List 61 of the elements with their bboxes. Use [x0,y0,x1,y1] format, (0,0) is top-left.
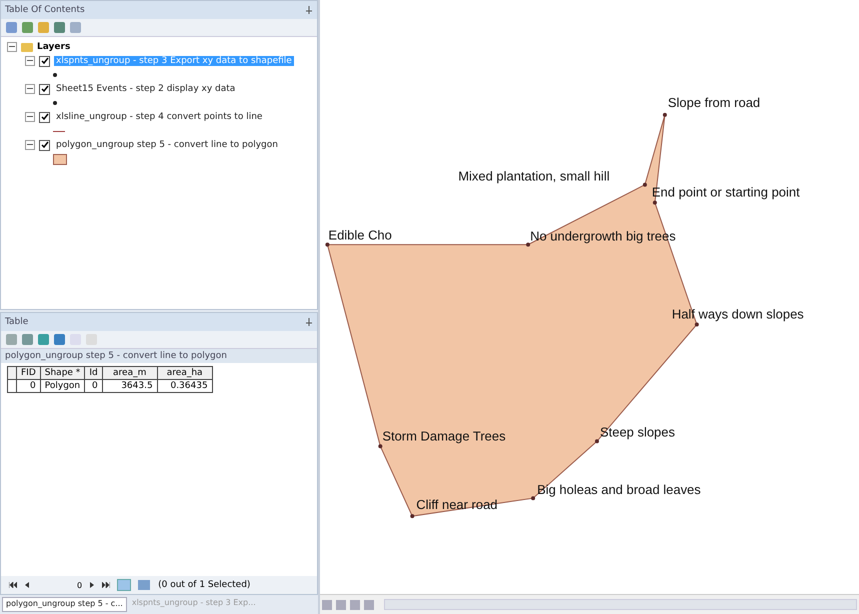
table-tab[interactable]: polygon_ungroup step 5 - c... [2,597,127,612]
table-cell: 0 [84,380,102,392]
point-label: Storm Damage Trees [382,428,506,444]
first-record-icon[interactable] [9,582,17,588]
point-symbol-icon [53,101,57,105]
table-tab[interactable]: polygon_ungroup step 5 - convert line to polygon [1,349,317,363]
layer-checkbox[interactable] [39,112,50,122]
point-label: Slope from road [668,94,760,110]
row-selector[interactable] [8,380,16,392]
point-marker [378,444,382,448]
panel-title: Table [5,317,28,327]
layer-checkbox[interactable] [39,140,50,150]
last-record-icon[interactable] [102,582,110,588]
point-marker [694,322,699,326]
pin-icon[interactable] [305,318,313,326]
table-cell: 0 [16,380,40,392]
layer-name[interactable]: Sheet15 Events - step 2 display xy data [54,84,238,94]
collapse-icon[interactable] [7,42,17,52]
column-header[interactable]: area_m [102,366,158,380]
point-symbol-icon [53,73,57,77]
layer-group-label[interactable]: Layers [37,42,70,52]
point-label: Cliff near road [416,497,498,512]
layer-checkbox[interactable] [39,56,50,66]
table-tab-label[interactable]: polygon_ungroup step 5 - convert line to polygon [5,351,227,361]
collapse-icon[interactable] [25,140,35,150]
layer-checkbox[interactable] [39,84,50,94]
point-marker [526,242,530,247]
point-marker [595,439,599,444]
panel-title: Table Of Contents [5,5,85,15]
table-cell: 3643.5 [102,380,158,392]
selection-status: (0 out of 1 Selected) [158,580,250,590]
column-header[interactable]: area_ha [157,366,212,380]
collapse-icon[interactable] [25,56,35,66]
point-label: Half ways down slopes [672,306,804,322]
record-number: 0 [77,580,82,590]
collapse-icon[interactable] [25,112,35,122]
column-header[interactable]: Id [84,366,102,380]
point-marker [410,514,414,518]
previous-record-icon[interactable] [25,582,29,588]
column-header[interactable]: Shape * [40,366,85,380]
point-label: Edible Cho [328,228,392,243]
point-label: Mixed plantation, small hill [458,168,610,184]
point-marker [325,242,330,247]
horizontal-scrollbar[interactable] [384,599,857,610]
table-cell: 0.36435 [157,380,212,392]
polygon-symbol-icon [53,154,67,164]
layer-name[interactable]: xlsline_ungroup - step 4 convert points to line [54,112,264,122]
next-record-icon[interactable] [90,582,94,588]
pin-icon[interactable] [305,6,313,14]
line-symbol-icon [53,130,65,132]
point-marker [642,182,647,187]
point-marker [531,496,536,500]
row-header [8,366,16,380]
column-header[interactable]: FID [16,366,40,380]
all-records-icon[interactable] [118,580,130,590]
table-cell: Polygon [40,380,85,392]
selected-records-icon[interactable] [138,580,150,590]
point-marker [662,112,667,117]
layer-name[interactable]: polygon_ungroup step 5 - convert line to polygon [54,140,280,150]
collapse-icon[interactable] [25,84,35,94]
point-marker [652,200,657,205]
